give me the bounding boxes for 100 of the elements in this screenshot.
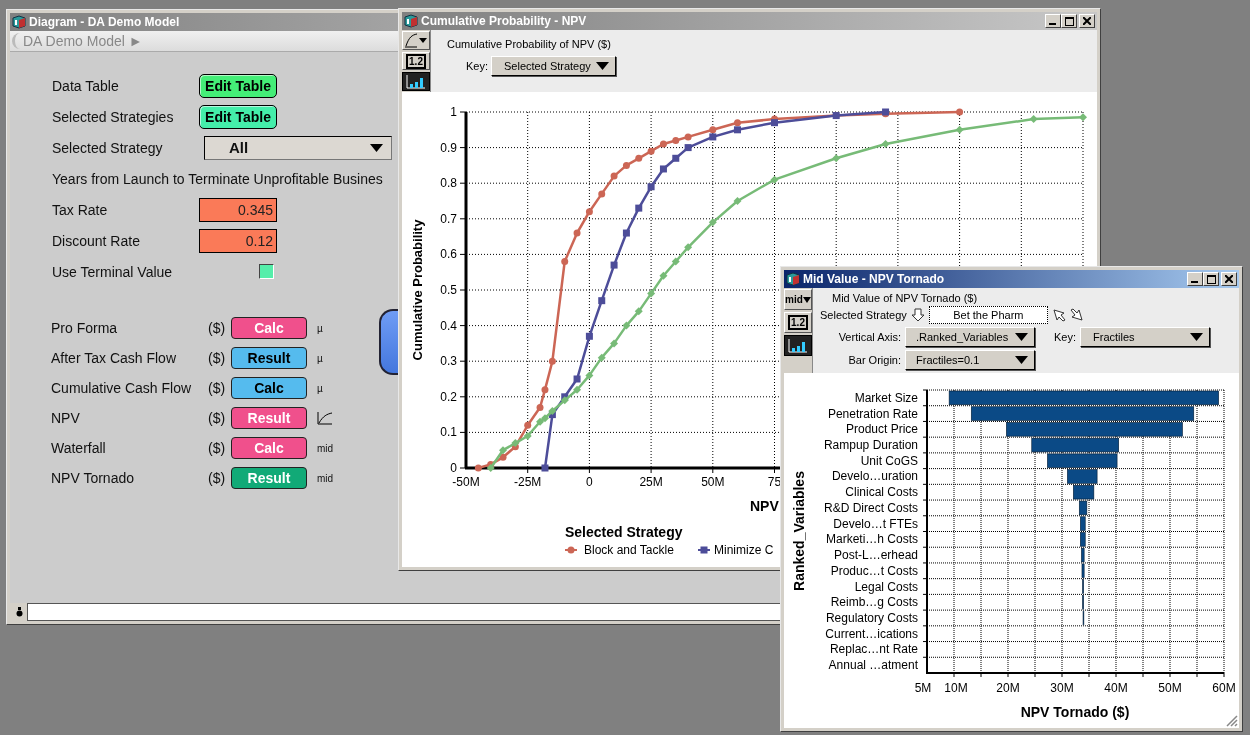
key-label: Key:: [1054, 330, 1076, 343]
axis-tick-label: 25M: [639, 475, 663, 489]
minimize-button[interactable]: [1045, 14, 1061, 28]
bar-chart-icon: [788, 338, 808, 353]
graph-menu-button[interactable]: [402, 31, 430, 50]
close-button[interactable]: [1221, 272, 1237, 286]
edit-table-button[interactable]: Edit Table: [199, 73, 277, 98]
caret-icon: [596, 62, 609, 70]
axis-tick-label: 0.5: [440, 283, 457, 297]
cube-icon: [12, 15, 26, 29]
legend-title: Selected Strategy: [565, 524, 683, 540]
axis-tick-label: 0.4: [440, 318, 457, 333]
number-field[interactable]: 0.12: [199, 228, 277, 253]
axis-tick-label: 10M: [944, 681, 968, 695]
data-point: [708, 218, 717, 227]
output-label: After Tax Cash Flow: [51, 350, 176, 366]
data-point: [635, 204, 643, 212]
data-point: [647, 289, 656, 298]
axis-tick-label: 0: [450, 461, 457, 475]
axis-tick-label: 20M: [996, 681, 1020, 695]
input-label: Selected Strategies: [52, 108, 175, 125]
maximize-button[interactable]: [1203, 272, 1219, 286]
output-label: NPV: [51, 410, 80, 426]
result-button[interactable]: Result: [231, 347, 307, 369]
line-graph-icon: [317, 411, 333, 425]
axis-tick-label: 40M: [1104, 681, 1128, 695]
unit-label: ($): [208, 410, 226, 426]
data-point: [622, 229, 630, 237]
axis-tick-label: -25M: [514, 475, 542, 489]
calc-button[interactable]: Calc: [231, 377, 307, 399]
y-axis-title: Cumulative Probability: [410, 219, 425, 361]
dropdown[interactable]: All: [204, 135, 392, 160]
category-label: Regulatory Costs: [825, 610, 918, 625]
data-point: [622, 321, 631, 330]
result-indicator: µ: [317, 322, 323, 334]
chart-heading: Cumulative Probability of NPV ($): [447, 38, 612, 50]
data-point: [598, 190, 606, 198]
data-point: [635, 154, 643, 162]
legend-label: Minimize C: [714, 543, 774, 557]
window-title: Diagram - DA Demo Model: [29, 15, 180, 29]
data-point: [610, 339, 619, 348]
bar-origin-dropdown[interactable]: Fractiles=0.1: [905, 349, 1035, 370]
output-label: NPV Tornado: [51, 470, 134, 486]
maximize-icon: [1206, 274, 1216, 284]
module-node[interactable]: [379, 309, 400, 375]
edit-table-button[interactable]: Edit Table: [199, 104, 277, 129]
input-label: Years from Launch to Terminate Unprofitable Busines: [52, 170, 383, 187]
output-label: Pro Forma: [51, 320, 118, 336]
data-point: [561, 258, 569, 265]
axis-tick-label: 0.6: [440, 247, 457, 262]
table-view-button[interactable]: 1.2: [402, 51, 430, 71]
key-label: Key:: [466, 60, 488, 72]
data-point: [684, 144, 692, 152]
y-axis-title: Ranked_Variables: [791, 471, 807, 591]
vertical-axis-dropdown[interactable]: .Ranked_Variables: [905, 326, 1035, 347]
data-point: [955, 125, 964, 134]
arrow-icon: [1051, 308, 1066, 322]
data-point: [684, 133, 692, 141]
data-point: [659, 140, 667, 148]
data-point: [634, 307, 643, 316]
data-point: [573, 229, 581, 237]
data-point: [598, 297, 606, 305]
data-point: [622, 161, 630, 169]
category-label: Post-L…erhead: [833, 548, 918, 563]
key-dropdown[interactable]: Fractiles: [1080, 326, 1210, 347]
axis-tick-label: 30M: [1050, 681, 1074, 695]
index-field[interactable]: Bet the Pharm: [928, 306, 1048, 324]
unit-label: ($): [208, 350, 226, 366]
axis-tick-label: 0.1: [440, 425, 457, 440]
maximize-icon: [1064, 16, 1074, 26]
resize-grip[interactable]: [1226, 715, 1238, 727]
status-field[interactable]: [27, 603, 780, 621]
line-graph-icon: [404, 32, 428, 49]
maximize-button[interactable]: [1061, 14, 1077, 28]
axis-tick-label: -50M: [452, 475, 480, 489]
graph-view-button[interactable]: [784, 335, 812, 356]
axis-label: Vertical Axis:: [837, 330, 901, 343]
axis-tick-label: 0: [586, 475, 593, 489]
menu-button[interactable]: mid: [784, 289, 812, 310]
data-point: [733, 197, 742, 205]
minimize-button[interactable]: [1187, 272, 1203, 286]
caret-icon: [802, 296, 811, 303]
caret-icon: [1015, 355, 1028, 364]
graph-view-button[interactable]: [402, 72, 430, 91]
number-field[interactable]: 0.345: [199, 197, 277, 222]
key-dropdown[interactable]: Selected Strategy: [491, 56, 616, 76]
checkbox[interactable]: [259, 264, 274, 279]
unit-label: ($): [208, 320, 226, 336]
input-label: Selected Strategy: [52, 139, 164, 156]
window-title: Mid Value - NPV Tornado: [803, 272, 945, 286]
category-label: Replac…nt Rate: [829, 642, 918, 657]
axis-tick-label: 0.2: [440, 389, 457, 404]
input-label: Data Table: [52, 77, 120, 94]
status-icon: [16, 607, 23, 617]
close-button[interactable]: [1079, 14, 1095, 28]
data-point: [585, 332, 593, 340]
table-view-button[interactable]: 1.2: [784, 312, 812, 333]
data-point: [536, 417, 545, 426]
category-label: R&D Direct Costs: [824, 500, 918, 515]
category-label: Annual …atment: [828, 658, 918, 673]
